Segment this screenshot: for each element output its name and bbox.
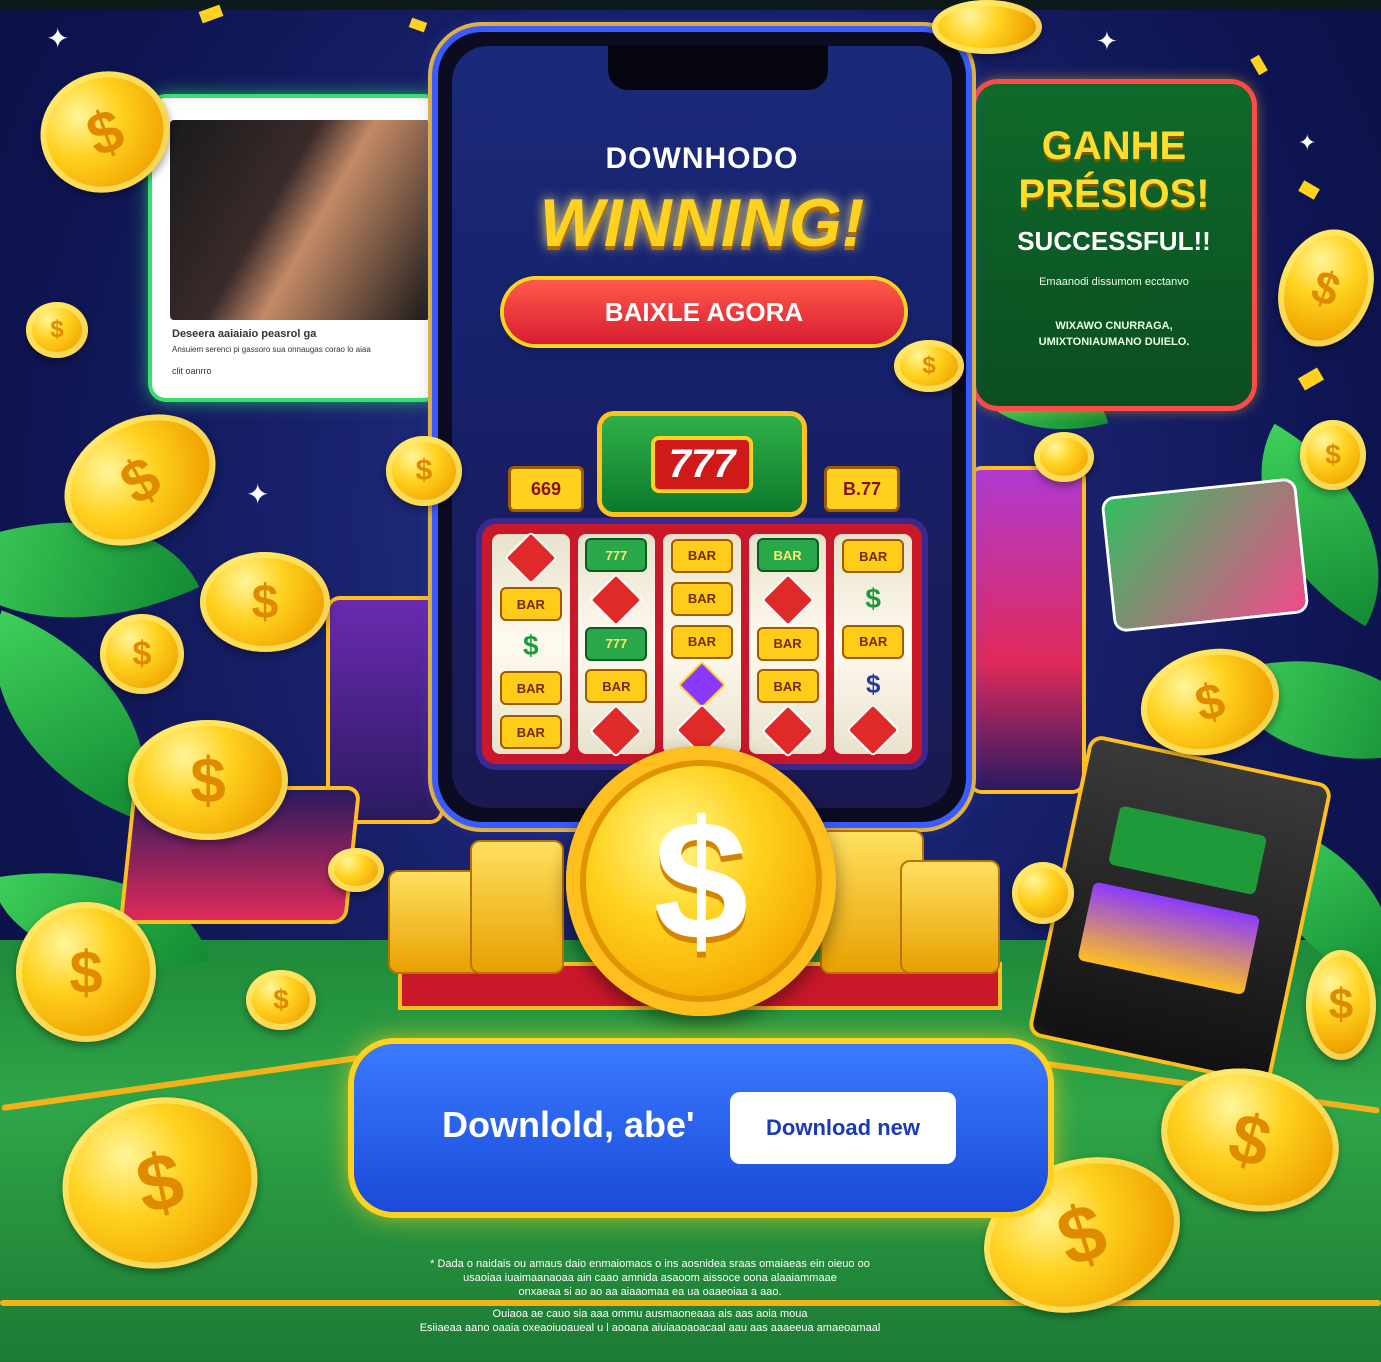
dollar-coin-icon: $ bbox=[1262, 215, 1381, 361]
floor-stripe bbox=[0, 1300, 1381, 1306]
prize-subtitle: SUCCESSFUL!! bbox=[1017, 226, 1211, 256]
prize-small-line3: UMIXTONIAUMANO DUIELO. bbox=[1038, 336, 1190, 348]
reel-symbol: BAR bbox=[670, 581, 733, 616]
dollar-coin-icon: $ bbox=[128, 720, 288, 840]
dollar-symbol-icon: $ bbox=[865, 669, 881, 700]
dollar-symbol-icon: $ bbox=[865, 583, 881, 615]
dollar-coin-icon bbox=[1012, 862, 1074, 924]
reel-symbol: BAR bbox=[842, 539, 905, 574]
prize-small-line1: Emaanodi dissumom ecctanvo bbox=[1039, 276, 1189, 288]
dollar-coin-icon: $ bbox=[16, 902, 156, 1042]
confetti-icon bbox=[1298, 180, 1320, 200]
phone-mockup: DOWNHODO WINNING! BAIXLE AGORA 777 669 B… bbox=[438, 32, 966, 822]
download-now-button[interactable]: BAIXLE AGORA bbox=[504, 280, 904, 344]
dollar-coin-icon bbox=[1034, 432, 1094, 482]
slot-machine-left bbox=[330, 600, 440, 820]
phone-screen: DOWNHODO WINNING! BAIXLE AGORA 777 669 B… bbox=[452, 46, 952, 808]
dollar-coin-icon bbox=[932, 0, 1042, 54]
reel-2: 777 777 BAR bbox=[577, 534, 656, 758]
dollar-coin-icon: $ bbox=[894, 340, 964, 392]
reel-symbol: 777 bbox=[585, 626, 648, 661]
marquee-plate-right: B.77 bbox=[824, 466, 900, 512]
reel-symbol: BAR bbox=[670, 538, 733, 573]
dollar-coin-icon: $ bbox=[1300, 420, 1366, 490]
card-caption-line3: clit oanrro bbox=[172, 366, 212, 376]
diamond-symbol-icon bbox=[760, 572, 815, 627]
reel-symbol: BAR bbox=[499, 587, 562, 621]
diamond-symbol-icon bbox=[846, 702, 901, 757]
promo-photo bbox=[170, 120, 430, 320]
reel-symbol: BAR bbox=[499, 715, 562, 749]
phone-notch bbox=[608, 46, 828, 90]
reel-1: BAR $ BAR BAR bbox=[492, 531, 570, 754]
reel-5: BAR $ BAR $ bbox=[834, 534, 912, 757]
dollar-symbol-icon: $ bbox=[523, 630, 539, 661]
fine-print-line5: Esiiaeaa aano oaaia oxeaoiuoaueal u l ao… bbox=[419, 1322, 881, 1334]
diamond-symbol-icon bbox=[677, 661, 727, 710]
dollar-coin-icon: $ bbox=[566, 746, 836, 1016]
diamond-symbol-icon bbox=[589, 703, 644, 758]
dollar-coin-icon: $ bbox=[200, 552, 330, 652]
reel-symbol: 777 bbox=[585, 538, 648, 573]
dollar-coin-icon: $ bbox=[1306, 950, 1376, 1060]
phone-subtitle: DOWNHODO bbox=[605, 142, 799, 175]
reel-symbol: BAR bbox=[842, 624, 905, 659]
dollar-coin-icon bbox=[328, 848, 384, 892]
machine-screen bbox=[1077, 881, 1261, 996]
reel-symbol: BAR bbox=[756, 669, 819, 704]
coin-stack bbox=[470, 840, 564, 974]
reel-symbol: BAR bbox=[756, 626, 819, 661]
phone-title: WINNING! bbox=[539, 185, 865, 261]
dollar-coin-icon: $ bbox=[386, 436, 462, 506]
sparkle-icon: ✦ bbox=[1096, 26, 1118, 56]
marquee-plate-left: 669 bbox=[508, 466, 584, 512]
fine-print-line1: * Dada o naidais ou amaus daio enmaiomao… bbox=[430, 1258, 870, 1270]
reel-4: BAR BAR BAR bbox=[748, 534, 827, 758]
coin-stack bbox=[388, 870, 482, 974]
diamond-symbol-icon bbox=[760, 703, 815, 758]
prize-title-line1: GANHE bbox=[1041, 124, 1187, 168]
dollar-coin-icon: $ bbox=[26, 302, 88, 358]
coin-stack bbox=[900, 860, 1000, 974]
jackpot-badge: 777 bbox=[650, 435, 754, 493]
promo-scene: ✦ ✦ ✦ ✦ Deseera aaiaiaio peasrol ga Ansu… bbox=[0, 0, 1381, 1362]
fine-print-line2: usaoiaa iuaimaanaoaa ain caao amnida asa… bbox=[463, 1272, 837, 1284]
machine-display bbox=[1107, 805, 1268, 896]
diamond-symbol-icon bbox=[503, 531, 558, 585]
sparkle-icon: ✦ bbox=[1298, 130, 1317, 155]
reel-symbol: BAR bbox=[670, 624, 733, 659]
sparkle-icon: ✦ bbox=[246, 479, 270, 510]
confetti-icon bbox=[1250, 54, 1268, 76]
prize-card: GANHE PRÉSIOS! SUCCESSFUL!! Emaanodi dis… bbox=[976, 84, 1252, 406]
diamond-symbol-icon bbox=[589, 572, 644, 627]
dollar-coin-icon: $ bbox=[1129, 634, 1291, 770]
prize-title-line2: PRÉSIOS! bbox=[1018, 172, 1210, 216]
scoreboard-right bbox=[1103, 480, 1307, 630]
prize-small-line2: WIXAWO CNURRAGA, bbox=[1055, 320, 1173, 332]
reel-symbol: BAR bbox=[499, 671, 562, 705]
reel-symbol: BAR bbox=[585, 669, 648, 704]
download-banner: Downlold, abe' Download new bbox=[354, 1044, 1048, 1212]
dollar-coin-icon: $ bbox=[246, 970, 316, 1030]
fine-print-line4: Ouiaoa ae cauo sia aaa ommu ausmaoneaaa … bbox=[492, 1308, 808, 1320]
card-caption-line1: Deseera aaiaiaio peasrol ga bbox=[172, 328, 317, 340]
confetti-icon bbox=[1297, 367, 1325, 391]
slot-reels[interactable]: BAR $ BAR BAR 777 777 BAR BAR BAR BAR BA… bbox=[482, 524, 922, 764]
slot-marquee: 777 bbox=[602, 416, 802, 512]
reel-symbol: BAR bbox=[756, 538, 819, 573]
reel-3: BAR BAR BAR bbox=[663, 534, 741, 758]
promo-photo-card[interactable]: Deseera aaiaiaio peasrol ga Ansuiem sere… bbox=[152, 98, 438, 398]
download-new-button[interactable]: Download new bbox=[730, 1092, 956, 1164]
confetti-icon bbox=[408, 17, 428, 33]
fine-print-line3: onxaeaa si ao ao aa aiaaomaa ea ua oaaeo… bbox=[518, 1286, 782, 1298]
dollar-coin-icon: $ bbox=[100, 614, 184, 694]
sparkle-icon: ✦ bbox=[46, 23, 70, 54]
banner-text: Downlold, abe' bbox=[442, 1104, 695, 1145]
card-caption-line2: Ansuiem serenci pi gassoro sua onnaugas … bbox=[172, 345, 371, 354]
slot-machine-right bbox=[972, 470, 1082, 790]
